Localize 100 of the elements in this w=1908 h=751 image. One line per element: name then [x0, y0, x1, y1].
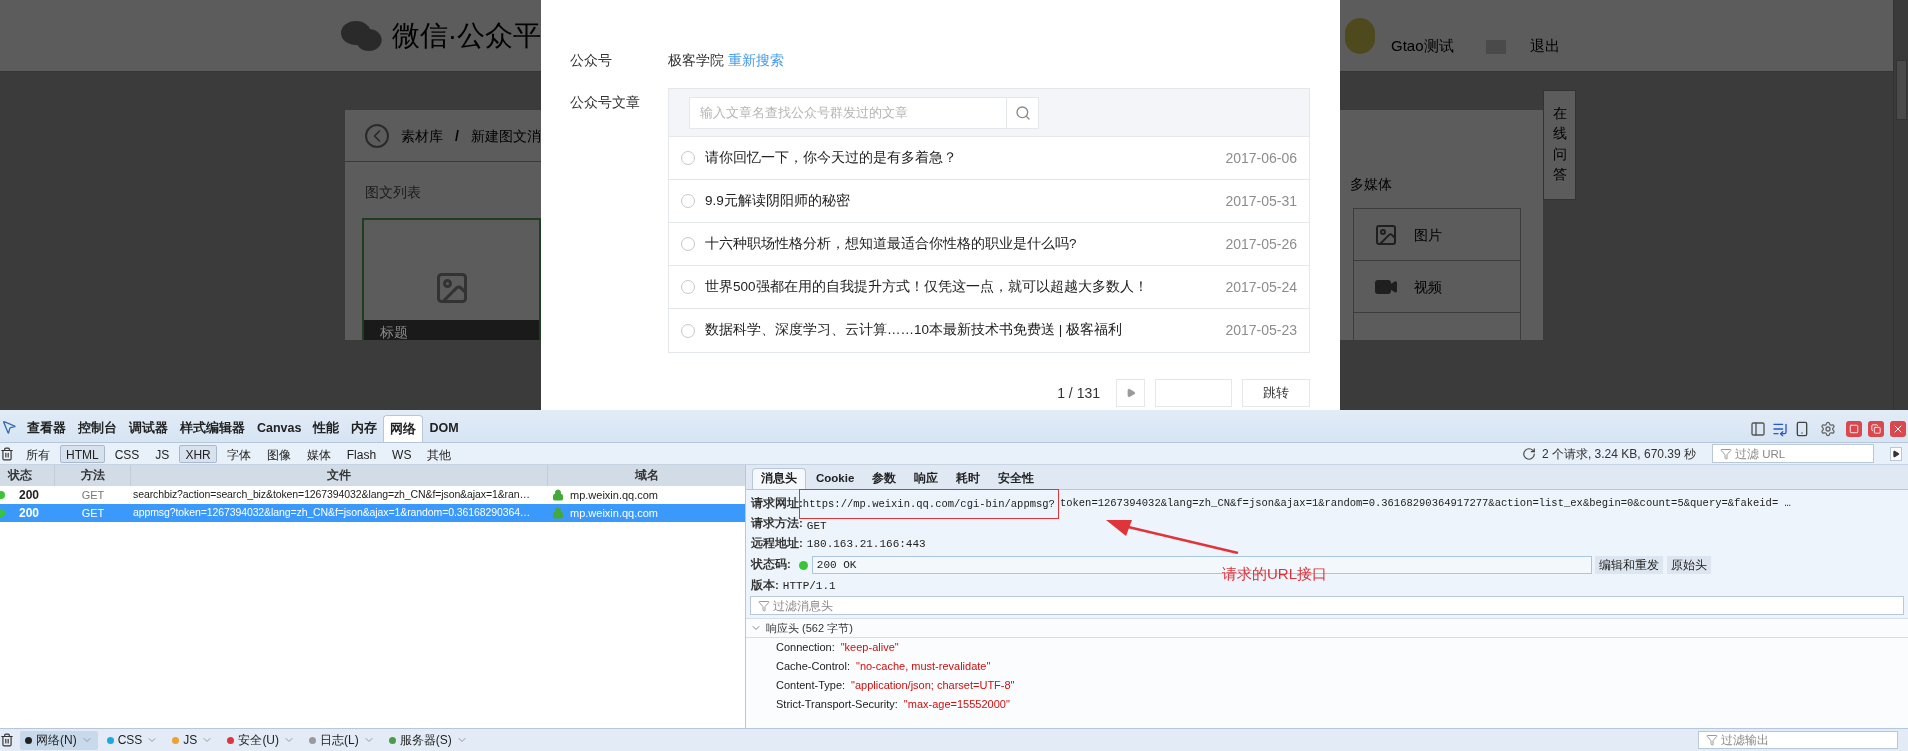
response-headers-toggle[interactable]: 响应头 (562 字节) [746, 619, 1908, 638]
devtools-tab[interactable]: 调试器 [123, 415, 174, 442]
responsive-view-icon[interactable] [1794, 421, 1810, 437]
request-method-value: GET [806, 518, 827, 534]
article-title: 数据科学、深度学习、云计算……10本最新技术书免费送 | 极客福利 [705, 321, 1123, 340]
console-filter-button[interactable]: CSS [101, 730, 164, 750]
column-header[interactable]: 方法 [55, 465, 131, 486]
detail-label: 远程地址: [751, 536, 803, 552]
column-header[interactable]: 状态 [0, 465, 55, 486]
detail-tab[interactable]: Cookie [808, 468, 863, 489]
request-row[interactable]: 200 GET searchbiz?action=search_biz&token=1267394032&lang=zh_CN&f=json&ajax=1&ran… mp.weixin.qq.com [0, 486, 745, 504]
filter-button[interactable]: 所有 [20, 444, 56, 463]
console-filter-button[interactable]: 日志(L) [304, 730, 380, 750]
toggle-details-button[interactable] [1890, 446, 1902, 461]
account-name: Gtao测试 [1391, 36, 1454, 57]
console-filter-button[interactable]: 安全(U) [222, 730, 301, 750]
close-icon [1892, 423, 1904, 435]
header-filter-field[interactable]: 过滤消息头 [750, 596, 1904, 615]
detail-label: 版本: [751, 578, 779, 594]
next-page-button[interactable] [1116, 379, 1145, 407]
devtools-tab[interactable]: 网络 [383, 415, 424, 442]
request-summary: 2 个请求, 3.24 KB, 670.39 秒 [1541, 445, 1696, 463]
detail-label: 请求方法: [751, 515, 803, 532]
lock-icon [552, 507, 564, 519]
header-name: Content-Type: [776, 678, 846, 694]
detail-tab[interactable]: 耗时 [948, 468, 989, 489]
filter-button[interactable]: XHR [179, 444, 217, 463]
field-label: 公众号文章 [570, 93, 641, 112]
back-icon[interactable] [365, 123, 389, 148]
settings-icon[interactable] [1820, 421, 1836, 437]
article-date: 2017-05-26 [1225, 234, 1297, 254]
search-button[interactable] [1007, 96, 1039, 129]
filter-button[interactable]: 媒体 [300, 444, 337, 463]
filter-icon [758, 599, 770, 612]
filter-button[interactable]: 图像 [260, 444, 297, 463]
field-label: 公众号 [570, 51, 613, 70]
url-filter-field[interactable]: 过滤 URL [1712, 444, 1874, 463]
search-icon [1014, 104, 1031, 121]
console-filter-button[interactable]: 服务器(S) [383, 730, 473, 750]
devtools-tab[interactable]: 查看器 [21, 415, 72, 442]
trash-icon[interactable] [0, 733, 14, 747]
header-value: "keep-alive" [840, 640, 899, 656]
devtools-tab[interactable]: Canvas [251, 415, 308, 442]
devtools-tab[interactable]: 控制台 [72, 415, 123, 442]
section-title: 图文列表 [364, 183, 422, 202]
filter-button[interactable]: CSS [108, 444, 146, 463]
devtools-tab[interactable]: 样式编辑器 [174, 415, 251, 442]
filter-button[interactable]: Flash [340, 444, 383, 463]
avatar [1345, 17, 1375, 54]
detail-tab[interactable]: 参数 [864, 468, 905, 489]
article-row[interactable]: 请你回忆一下，你今天过的是有多着急？ 2017-06-06 [669, 137, 1309, 180]
page-input[interactable] [1155, 379, 1232, 407]
breadcrumb-current: 新建图文消 [470, 126, 541, 146]
detail-tab[interactable]: 响应 [906, 468, 947, 489]
article-row[interactable]: 数据科学、深度学习、云计算……10本最新技术书免费送 | 极客福利 2017-05-23 [669, 309, 1309, 352]
article-date: 2017-06-06 [1225, 148, 1297, 168]
filter-button[interactable]: HTML [60, 444, 105, 463]
status-code: 200 [19, 505, 40, 522]
raw-headers-button[interactable]: 原始头 [1666, 556, 1711, 574]
trash-icon[interactable] [0, 446, 14, 461]
triangle-right-icon [1892, 449, 1900, 458]
detail-tab[interactable]: 消息头 [752, 468, 806, 489]
page-indicator: 1 / 131 [1057, 383, 1100, 403]
console-filter-button[interactable]: 网络(N) [20, 730, 98, 750]
header-name: Connection: [776, 640, 835, 656]
scrollbar[interactable] [1893, 0, 1908, 410]
article-row[interactable]: 世界500强都在用的自我提升方式！仅凭这一点，就可以超越大多数人！ 2017-05-24 [669, 266, 1309, 309]
article-row[interactable]: 9.9元解读阴阳师的秘密 2017-05-31 [669, 180, 1309, 223]
column-header[interactable]: 域名 [548, 465, 745, 486]
filter-button[interactable]: JS [149, 444, 176, 463]
request-domain: mp.weixin.qq.com [570, 505, 659, 521]
edit-resend-button[interactable]: 编辑和重发 [1594, 556, 1663, 574]
card-caption: 标题 [380, 324, 408, 340]
request-url: https://mp.weixin.qq.com/cgi-bin/appmsg? [802, 498, 1055, 511]
dock-button[interactable] [1846, 421, 1862, 437]
pick-element-icon[interactable] [1, 419, 17, 435]
filter-icon [1706, 734, 1718, 746]
console-filter-button[interactable]: JS [167, 730, 219, 750]
panel-icon[interactable] [1750, 421, 1766, 437]
filter-button[interactable]: 字体 [220, 444, 257, 463]
column-header[interactable]: 文件 [131, 465, 548, 486]
close-button[interactable] [1890, 421, 1906, 437]
filter-button[interactable]: WS [386, 444, 418, 463]
request-file: searchbiz?action=search_biz&token=1267394032&lang=zh_CN&f=json&ajax=1&ran… [132, 487, 531, 503]
devtools-tab[interactable]: 内存 [345, 415, 384, 442]
account-value: 极客学院 [668, 51, 724, 70]
restore-button[interactable] [1868, 421, 1884, 437]
article-title: 十六种职场性格分析，想知道最适合你性格的职业是什么吗? [705, 234, 1077, 253]
detail-tab[interactable]: 安全性 [990, 468, 1043, 489]
lock-icon [552, 489, 564, 501]
jump-button[interactable]: 跳转 [1242, 379, 1310, 407]
article-row[interactable]: 十六种职场性格分析，想知道最适合你性格的职业是什么吗? 2017-05-26 [669, 223, 1309, 266]
devtools-tab[interactable]: 性能 [307, 415, 346, 442]
console-split-icon[interactable] [1772, 421, 1788, 437]
filter-button[interactable]: 其他 [421, 444, 458, 463]
article-title: 9.9元解读阴阳师的秘密 [705, 191, 850, 210]
request-method: GET [80, 505, 106, 521]
output-filter-field[interactable]: 过滤输出 [1698, 731, 1898, 749]
search-field[interactable]: 输入文章名查找公众号群发过的文章 [689, 96, 1007, 129]
devtools-tab[interactable]: DOM [423, 415, 465, 442]
